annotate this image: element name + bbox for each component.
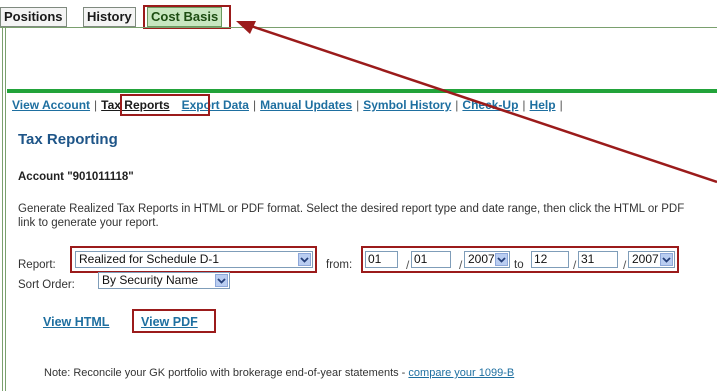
- annotation-arrow: [236, 21, 717, 184]
